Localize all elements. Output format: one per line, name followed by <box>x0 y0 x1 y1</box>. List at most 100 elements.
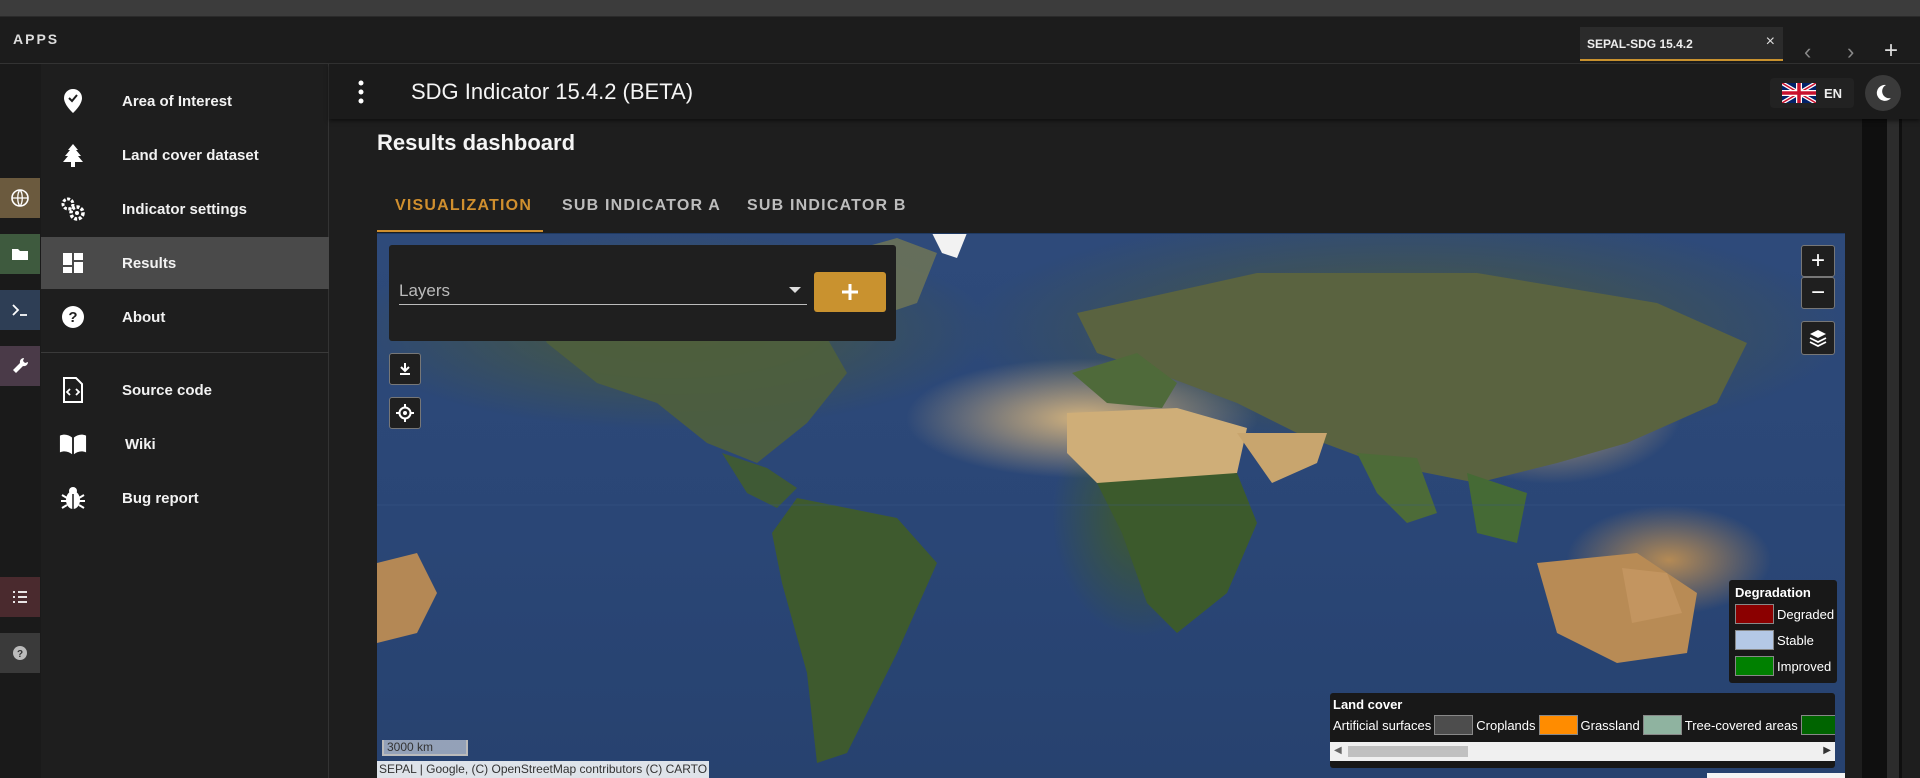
browser-tab[interactable]: SEPAL-SDG 15.4.2 × <box>1580 27 1783 61</box>
file-code-icon <box>59 376 87 404</box>
rail-folder-button[interactable] <box>0 234 40 274</box>
apps-bar: APPS SEPAL-SDG 15.4.2 × ‹ › + <box>0 17 1920 64</box>
tab-add-icon[interactable]: + <box>1884 37 1898 65</box>
nav-label: Wiki <box>125 435 156 453</box>
folder-open-icon <box>12 249 28 260</box>
layers-icon <box>1809 330 1827 348</box>
legend-swatch <box>1800 715 1835 735</box>
nav-label: Results <box>122 254 177 272</box>
nav-item-about[interactable]: ? About <box>41 291 329 343</box>
legend-label: Artificial surfaces <box>1333 717 1432 733</box>
app-bar: SDG Indicator 15.4.2 (BETA) EN <box>329 64 1920 119</box>
tab-next-icon[interactable]: › <box>1847 39 1854 65</box>
map-download-button[interactable] <box>389 353 421 385</box>
help-icon: ? <box>13 646 27 660</box>
map-corner-overlay <box>1707 773 1845 778</box>
cogs-icon <box>59 195 87 223</box>
legend-label: Stable <box>1777 632 1814 648</box>
legend-item: Degraded <box>1735 603 1834 625</box>
rail-globe-button[interactable] <box>0 178 40 218</box>
svg-text:?: ? <box>68 309 77 326</box>
legend-label: Improved <box>1777 658 1832 674</box>
tasks-icon <box>13 591 27 603</box>
rail-tasks-button[interactable] <box>0 577 40 617</box>
legend-label: Tree-covered areas <box>1684 717 1798 733</box>
layers-select-placeholder: Layers <box>399 281 451 300</box>
book-open-icon <box>59 430 87 458</box>
rail-terminal-button[interactable] <box>0 290 40 330</box>
apps-label[interactable]: APPS <box>13 31 59 47</box>
legend-horizontal-scrollbar[interactable]: ◀ ▶ <box>1330 742 1835 761</box>
scroll-left-icon[interactable]: ◀ <box>1334 745 1342 756</box>
menu-dots-icon[interactable] <box>351 78 371 106</box>
tab-sub-indicator-a[interactable]: SUB INDICATOR A <box>562 197 721 215</box>
legend-label: Degraded <box>1777 606 1835 622</box>
degradation-legend: Degradation Degraded Stable Improved <box>1729 580 1837 683</box>
map-marker-check-icon <box>59 87 87 115</box>
wrench-icon <box>13 357 29 373</box>
page-edge <box>1902 119 1920 778</box>
add-layer-button[interactable] <box>814 272 886 312</box>
rail-help-button[interactable]: ? <box>0 633 40 673</box>
layer-control-button[interactable] <box>1801 321 1835 355</box>
legend-swatch <box>1735 604 1774 624</box>
navigation-drawer: Area of Interest Land cover dataset Indi… <box>41 64 329 778</box>
legend-swatch <box>1735 656 1774 676</box>
tab-visualization[interactable]: VISUALIZATION <box>395 197 532 215</box>
terminal-icon <box>12 304 27 316</box>
nav-item-bug-report[interactable]: Bug report <box>41 472 329 524</box>
page-title: Results dashboard <box>377 130 576 155</box>
browser-tab-label: SEPAL-SDG 15.4.2 <box>1587 37 1693 51</box>
nav-item-results[interactable]: Results <box>41 237 329 289</box>
uk-flag-icon <box>1781 83 1816 103</box>
nav-label: Indicator settings <box>122 200 248 218</box>
drawer-divider <box>41 352 329 353</box>
legend-label: Grassland <box>1580 717 1640 733</box>
legend-swatch <box>1434 715 1474 735</box>
layers-select[interactable]: Layers <box>399 275 807 305</box>
legend-swatch <box>1642 715 1682 735</box>
rail-tools-button[interactable] <box>0 346 40 386</box>
legend-swatch <box>1538 715 1578 735</box>
world-map[interactable]: Layers + − Degradation Degraded Stable I… <box>377 233 1845 778</box>
nav-item-land-cover-dataset[interactable]: Land cover dataset <box>41 129 329 181</box>
nav-item-wiki[interactable]: Wiki <box>41 418 329 470</box>
map-scale-bar: 3000 km <box>382 740 468 756</box>
tab-sub-indicator-b[interactable]: SUB INDICATOR B <box>747 197 907 215</box>
tab-prev-icon[interactable]: ‹ <box>1804 39 1811 65</box>
crosshairs-icon <box>396 404 414 422</box>
tree-icon <box>59 141 87 169</box>
layers-panel: Layers <box>389 245 896 341</box>
zoom-in-button[interactable]: + <box>1801 245 1835 277</box>
scroll-right-icon[interactable]: ▶ <box>1823 745 1831 756</box>
legend-swatch <box>1735 630 1774 650</box>
download-icon <box>400 363 410 375</box>
land-cover-legend: Land cover Artificial surfaces Croplands… <box>1330 693 1835 768</box>
map-locate-button[interactable] <box>389 397 421 429</box>
language-button[interactable]: EN <box>1770 78 1854 108</box>
legend-item: Improved <box>1735 655 1831 677</box>
bug-icon <box>59 484 87 512</box>
nav-item-source-code[interactable]: Source code <box>41 364 329 416</box>
degradation-legend-title: Degradation <box>1735 585 1811 600</box>
land-cover-legend-title: Land cover <box>1333 697 1403 712</box>
app-title: SDG Indicator 15.4.2 (BETA) <box>411 79 694 104</box>
nav-item-indicator-settings[interactable]: Indicator settings <box>41 183 329 235</box>
main-content: Results dashboard VISUALIZATION SUB INDI… <box>329 119 1862 778</box>
nav-label: Source code <box>122 381 213 399</box>
land-cover-legend-row: Artificial surfaces Croplands Grassland … <box>1333 714 1835 736</box>
language-label: EN <box>1823 85 1843 101</box>
scrollbar-thumb[interactable] <box>1348 746 1468 757</box>
nav-label: Area of Interest <box>122 92 233 110</box>
zoom-out-button[interactable]: − <box>1801 277 1835 309</box>
plus-icon <box>842 284 858 300</box>
nav-label: About <box>122 308 166 326</box>
legend-label: Croplands <box>1476 717 1536 733</box>
map-attribution: SEPAL | Google, (C) OpenStreetMap contri… <box>377 761 710 778</box>
moon-icon <box>1876 84 1891 101</box>
page-scrollbar-thumb[interactable] <box>1887 119 1899 778</box>
theme-toggle-button[interactable] <box>1865 75 1901 111</box>
svg-text:?: ? <box>17 649 23 660</box>
nav-item-area-of-interest[interactable]: Area of Interest <box>41 75 329 127</box>
tab-close-icon[interactable]: × <box>1766 33 1775 51</box>
